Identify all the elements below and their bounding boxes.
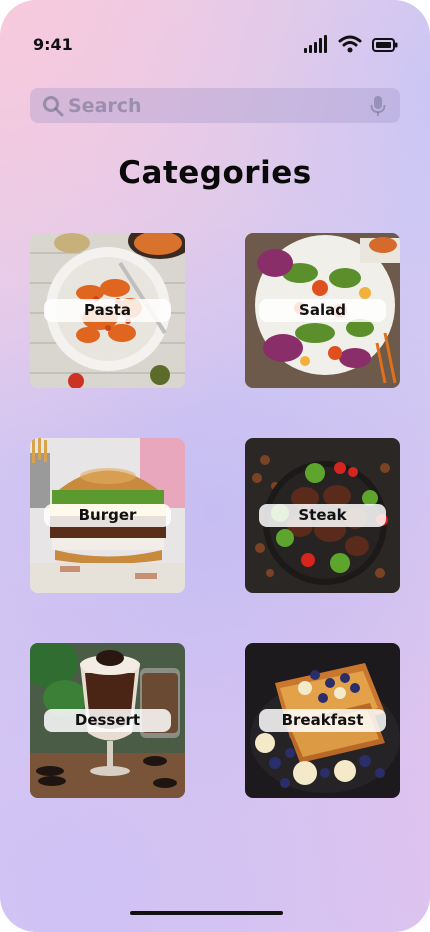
cellular-signal-icon [304, 35, 328, 57]
status-icons [304, 35, 398, 57]
search-bar[interactable] [30, 88, 400, 123]
search-icon[interactable] [42, 95, 64, 117]
battery-icon [372, 37, 398, 56]
status-time: 9:41 [33, 35, 73, 54]
page-title: Categories [118, 155, 312, 191]
microphone-icon[interactable] [370, 95, 386, 117]
category-label: Breakfast [259, 709, 386, 732]
category-card-salad[interactable]: Salad [245, 233, 400, 388]
category-label: Pasta [44, 299, 171, 322]
search-input[interactable] [68, 93, 368, 118]
category-label: Steak [259, 504, 386, 527]
phone-screen: 9:41 Search Categories Pasta Salad Burge… [0, 0, 430, 932]
category-card-breakfast[interactable]: Breakfast [245, 643, 400, 798]
home-indicator[interactable] [130, 911, 283, 915]
category-card-burger[interactable]: Burger [30, 438, 185, 593]
category-card-pasta[interactable]: Pasta [30, 233, 185, 388]
category-label: Salad [259, 299, 386, 322]
category-card-dessert[interactable]: Dessert [30, 643, 185, 798]
category-label: Dessert [44, 709, 171, 732]
status-bar: 9:41 [0, 0, 430, 90]
category-label: Burger [44, 504, 171, 527]
wifi-icon [338, 35, 362, 57]
category-card-steak[interactable]: Steak [245, 438, 400, 593]
